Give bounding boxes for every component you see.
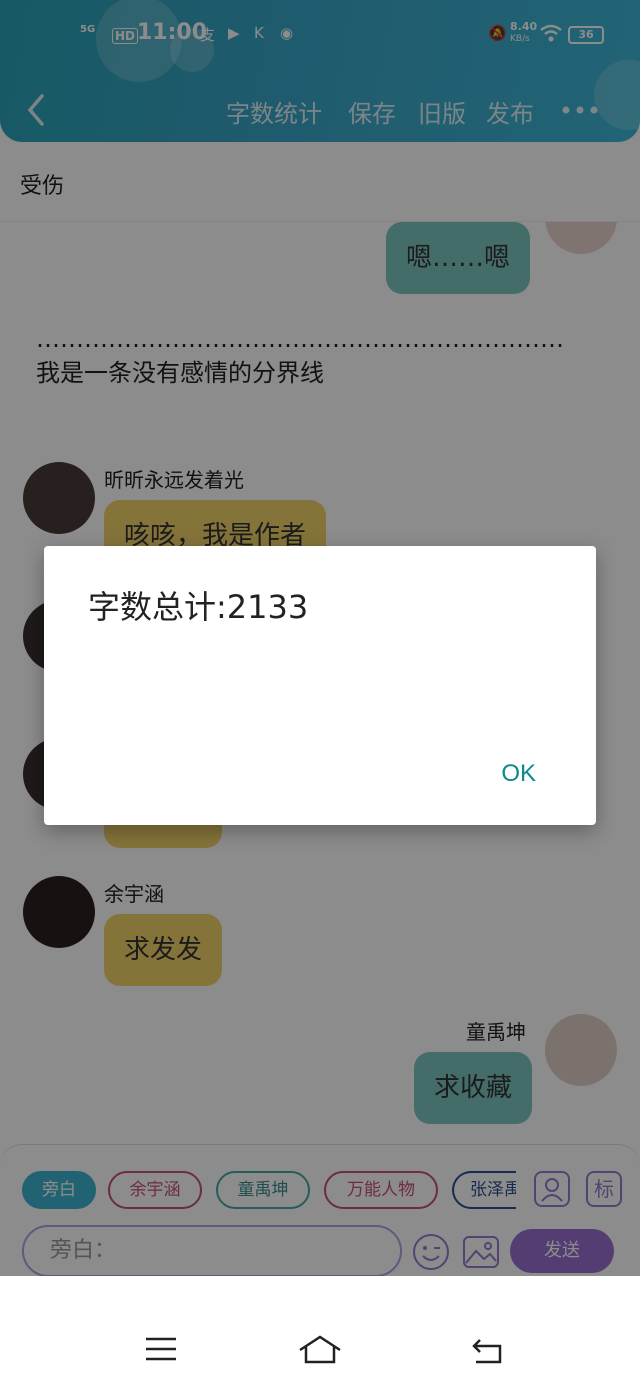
back-icon[interactable] xyxy=(470,1336,504,1364)
menu-icon[interactable] xyxy=(144,1336,178,1362)
word-count-dialog: 字数总计:2133 OK xyxy=(44,546,596,825)
home-icon[interactable] xyxy=(298,1334,342,1364)
system-nav-bar xyxy=(0,1276,640,1387)
ok-button[interactable]: OK xyxy=(501,760,536,788)
dialog-message: 字数总计:2133 xyxy=(88,588,309,626)
